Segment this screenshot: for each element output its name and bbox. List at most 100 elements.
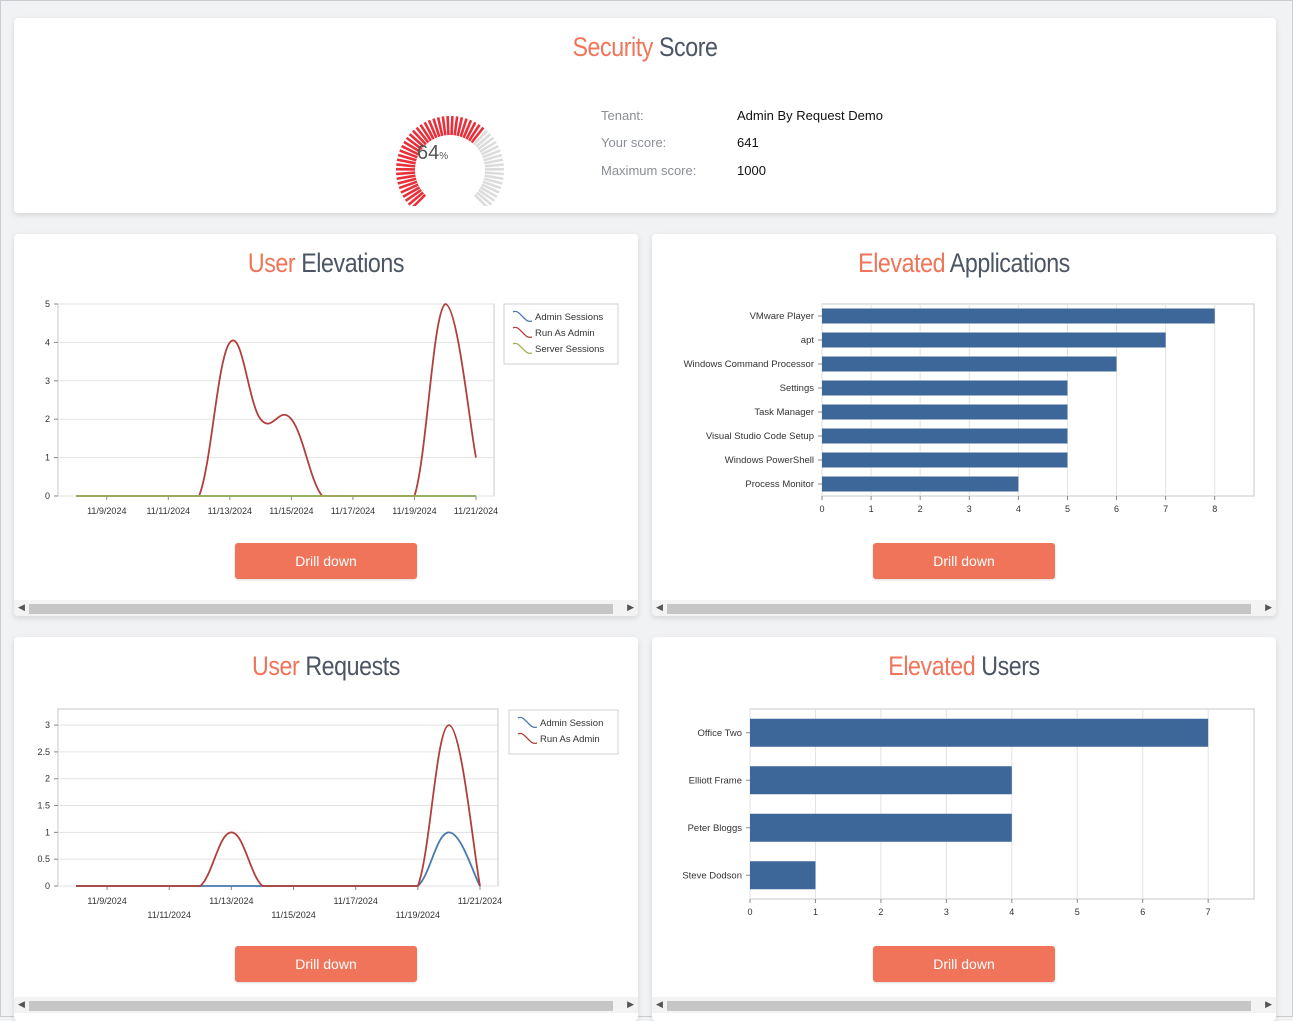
x-tick-label: 3 xyxy=(967,504,972,514)
x-tick-label: 7 xyxy=(1163,504,1168,514)
y-tick-label: 1 xyxy=(45,827,50,837)
y-tick-label: 2.5 xyxy=(37,747,50,757)
gauge-tick xyxy=(485,173,504,174)
tenant-value: Admin By Request Demo xyxy=(737,108,883,123)
bar xyxy=(822,333,1166,348)
score-gauge xyxy=(379,96,519,206)
gauge-tick xyxy=(448,116,449,135)
elevated-users-drill-down-button[interactable]: Drill down xyxy=(873,946,1055,982)
legend-label: Admin Sessions xyxy=(535,312,603,323)
y-tick-label: 3 xyxy=(45,720,50,730)
y-tick-label: Task Manager xyxy=(754,407,814,418)
x-tick-label: 2 xyxy=(918,504,923,514)
bar xyxy=(822,453,1067,468)
x-tick-label: 4 xyxy=(1009,907,1014,917)
bar xyxy=(750,861,815,889)
gauge-tick xyxy=(396,173,415,174)
y-tick-label: 3 xyxy=(45,376,50,386)
elevated-users-scrollbar[interactable]: ◀ ▶ xyxy=(652,997,1276,1013)
user-elevations-scrollbar[interactable]: ◀ ▶ xyxy=(14,600,638,616)
x-tick-label: 0 xyxy=(819,504,824,514)
scroll-left-icon[interactable]: ◀ xyxy=(656,999,663,1010)
gauge-tick xyxy=(485,164,504,166)
bar xyxy=(822,309,1215,324)
y-tick-label: 0.5 xyxy=(37,854,50,864)
bar xyxy=(822,405,1067,420)
x-tick-label: 8 xyxy=(1212,504,1217,514)
tenant-label: Tenant: xyxy=(601,108,644,123)
x-tick-label: 11/13/2024 xyxy=(209,896,253,906)
scrollbar-thumb[interactable] xyxy=(667,1001,1251,1011)
x-tick-label: 11/11/2024 xyxy=(146,506,190,516)
user-elevations-card: User Elevations 01234511/9/202411/11/202… xyxy=(14,234,638,616)
y-tick-label: Elliott Frame xyxy=(689,775,742,786)
scrollbar-thumb[interactable] xyxy=(667,604,1251,614)
x-tick-label: 4 xyxy=(1016,504,1021,514)
y-tick-label: Settings xyxy=(780,383,815,394)
y-tick-label: Windows PowerShell xyxy=(725,455,814,466)
legend-label: Run As Admin xyxy=(540,734,600,745)
x-tick-label: 6 xyxy=(1114,504,1119,514)
gauge-tick xyxy=(396,164,415,166)
bar xyxy=(750,719,1208,747)
gauge-percent: 64% xyxy=(417,142,448,165)
elevated-applications-card: Elevated Applications 012345678VMware Pl… xyxy=(652,234,1276,616)
maximum-score-label: Maximum score: xyxy=(601,163,696,178)
scroll-left-icon[interactable]: ◀ xyxy=(656,602,663,613)
elevated-applications-drill-down-button[interactable]: Drill down xyxy=(873,543,1055,579)
x-tick-label: 6 xyxy=(1140,907,1145,917)
user-requests-card: User Requests 00.511.522.5311/9/202411/1… xyxy=(14,637,638,1021)
y-tick-label: Steve Dodson xyxy=(682,870,742,881)
bar xyxy=(822,429,1067,444)
y-tick-label: 5 xyxy=(45,299,50,309)
y-tick-label: Process Monitor xyxy=(745,479,814,490)
scroll-right-icon[interactable]: ▶ xyxy=(627,999,634,1010)
y-tick-label: 0 xyxy=(45,881,50,891)
user-elevations-drill-down-button[interactable]: Drill down xyxy=(235,543,417,579)
scrollbar-thumb[interactable] xyxy=(29,1001,613,1011)
scroll-left-icon[interactable]: ◀ xyxy=(18,602,25,613)
security-score-title: Security Score xyxy=(102,32,1187,63)
user-requests-scrollbar[interactable]: ◀ ▶ xyxy=(14,997,638,1013)
x-tick-label: 11/21/2024 xyxy=(458,896,502,906)
y-tick-label: 1 xyxy=(45,453,50,463)
x-tick-label: 7 xyxy=(1206,907,1211,917)
x-tick-label: 11/21/2024 xyxy=(454,506,498,516)
scroll-right-icon[interactable]: ▶ xyxy=(1265,999,1272,1010)
y-tick-label: Office Two xyxy=(697,728,742,739)
scroll-right-icon[interactable]: ▶ xyxy=(627,602,634,613)
scroll-right-icon[interactable]: ▶ xyxy=(1265,602,1272,613)
security-score-card: Security Score 64% Tenant: Admin By Requ… xyxy=(14,18,1276,213)
y-tick-label: Peter Bloggs xyxy=(688,823,743,834)
x-tick-label: 1 xyxy=(813,907,818,917)
legend-box xyxy=(509,710,618,754)
x-tick-label: 11/19/2024 xyxy=(396,910,440,920)
bar xyxy=(750,766,1012,794)
x-tick-label: 1 xyxy=(869,504,874,514)
y-tick-label: apt xyxy=(801,335,815,346)
your-score-label: Your score: xyxy=(601,135,666,150)
elevated-applications-chart: 012345678VMware PlayeraptWindows Command… xyxy=(652,234,1276,534)
x-tick-label: 11/9/2024 xyxy=(87,506,126,516)
bar xyxy=(750,814,1012,842)
legend-label: Server Sessions xyxy=(535,344,604,355)
x-tick-label: 5 xyxy=(1075,907,1080,917)
x-tick-label: 11/17/2024 xyxy=(333,896,377,906)
gauge-tick xyxy=(443,116,446,135)
x-tick-label: 11/15/2024 xyxy=(271,910,315,920)
x-tick-label: 11/9/2024 xyxy=(87,896,126,906)
x-tick-label: 2 xyxy=(878,907,883,917)
user-requests-drill-down-button[interactable]: Drill down xyxy=(235,946,417,982)
scrollbar-thumb[interactable] xyxy=(29,604,613,614)
bar xyxy=(822,357,1117,372)
elevated-applications-scrollbar[interactable]: ◀ ▶ xyxy=(652,600,1276,616)
user-elevations-chart: 01234511/9/202411/11/202411/13/202411/15… xyxy=(14,234,638,534)
x-tick-label: 3 xyxy=(944,907,949,917)
user-requests-chart: 00.511.522.5311/9/202411/13/202411/17/20… xyxy=(14,637,638,937)
x-tick-label: 5 xyxy=(1065,504,1070,514)
x-tick-label: 0 xyxy=(747,907,752,917)
scroll-left-icon[interactable]: ◀ xyxy=(18,999,25,1010)
your-score-value: 641 xyxy=(737,135,759,150)
x-tick-label: 11/15/2024 xyxy=(269,506,313,516)
bar xyxy=(822,477,1018,492)
